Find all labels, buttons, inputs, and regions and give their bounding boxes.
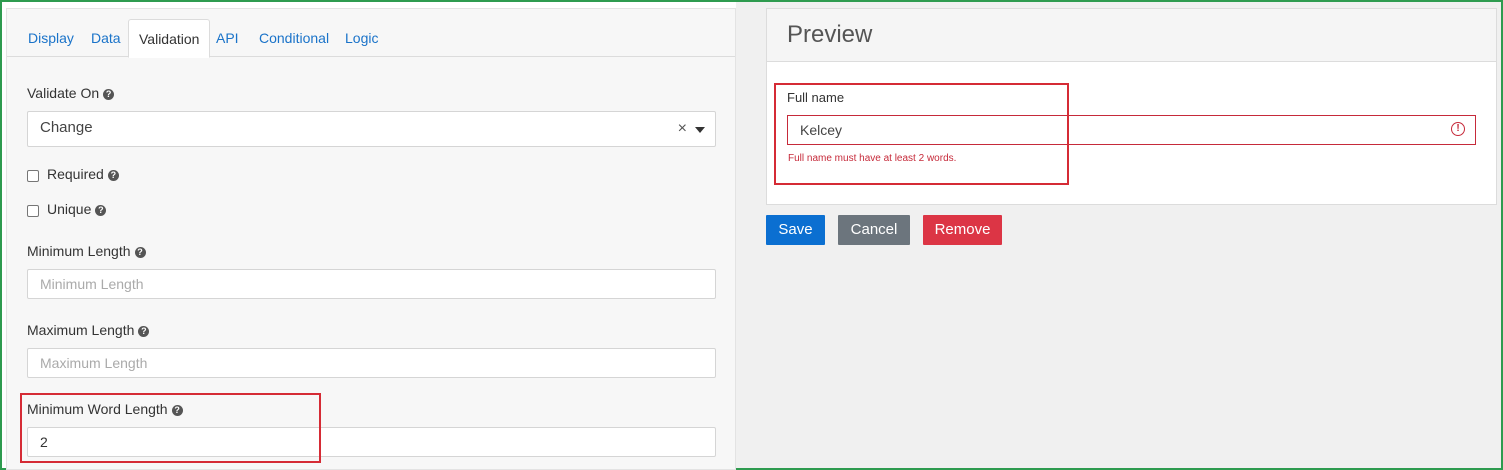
unique-label: Unique?: [47, 201, 107, 217]
full-name-error-message: Full name must have at least 2 words.: [788, 153, 957, 164]
min-word-length-label-text: Minimum Word Length: [27, 401, 168, 417]
max-length-label: Maximum Length?: [27, 322, 150, 338]
validate-on-value: Change: [40, 119, 93, 136]
min-length-label: Minimum Length?: [27, 243, 146, 259]
validate-on-select[interactable]: Change ×: [27, 111, 716, 147]
chevron-down-icon[interactable]: [695, 127, 705, 133]
help-icon[interactable]: ?: [103, 89, 115, 100]
required-label-text: Required: [47, 166, 104, 182]
error-icon: !: [1451, 122, 1465, 136]
help-icon[interactable]: ?: [134, 247, 146, 258]
max-length-label-text: Maximum Length: [27, 322, 135, 338]
component-settings-panel: Display Data Validation API Conditional …: [6, 8, 736, 470]
settings-tabs: Display Data Validation API Conditional …: [7, 9, 735, 58]
min-length-label-text: Minimum Length: [27, 243, 131, 259]
tab-validation[interactable]: Validation: [128, 19, 211, 58]
clear-icon[interactable]: ×: [678, 120, 687, 138]
tab-logic[interactable]: Logic: [335, 19, 388, 57]
preview-card: Preview: [766, 8, 1497, 205]
help-icon[interactable]: ?: [138, 326, 150, 337]
cancel-button[interactable]: Cancel: [838, 215, 910, 245]
tab-conditional[interactable]: Conditional: [249, 19, 339, 57]
help-icon[interactable]: ?: [107, 170, 119, 181]
unique-label-text: Unique: [47, 201, 92, 217]
max-length-input[interactable]: [27, 348, 716, 378]
full-name-label: Full name: [787, 90, 845, 105]
remove-button[interactable]: Remove: [923, 215, 1002, 245]
min-word-length-input[interactable]: [27, 427, 716, 457]
full-name-input[interactable]: [787, 115, 1476, 145]
help-icon[interactable]: ?: [95, 205, 107, 216]
min-length-input[interactable]: [27, 269, 716, 299]
save-button[interactable]: Save: [766, 215, 825, 245]
required-checkbox[interactable]: [27, 170, 39, 182]
help-icon[interactable]: ?: [171, 405, 183, 416]
tab-api[interactable]: API: [206, 19, 249, 57]
preview-title: Preview: [787, 21, 873, 48]
preview-header: Preview: [767, 9, 1496, 62]
tab-data[interactable]: Data: [81, 19, 131, 57]
min-word-length-label: Minimum Word Length?: [27, 401, 183, 417]
unique-checkbox[interactable]: [27, 205, 39, 217]
required-label: Required?: [47, 166, 119, 182]
tab-display[interactable]: Display: [18, 19, 84, 57]
validate-on-label: Validate On?: [27, 85, 115, 101]
validate-on-label-text: Validate On: [27, 85, 100, 101]
